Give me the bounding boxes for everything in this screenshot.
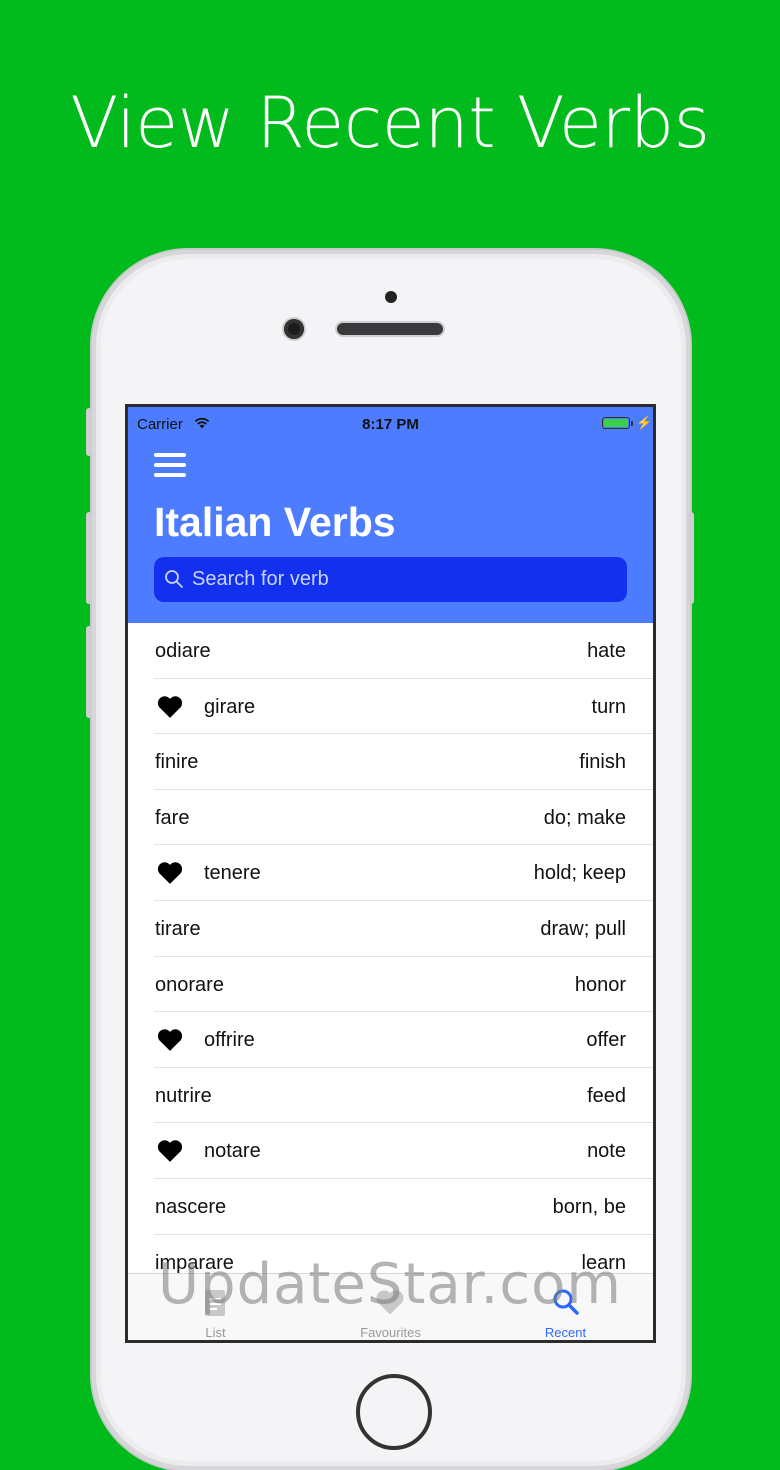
tab-favourites-label: Favourites bbox=[360, 1325, 421, 1340]
tab-recent[interactable]: Recent bbox=[478, 1274, 653, 1340]
power-button bbox=[688, 512, 694, 604]
verb-label: girare bbox=[204, 695, 256, 718]
verb-label: nascere bbox=[155, 1195, 227, 1218]
verb-label: finire bbox=[155, 751, 199, 774]
verb-row[interactable]: nutrire feed bbox=[128, 1068, 653, 1124]
verb-row[interactable]: onorare honor bbox=[128, 957, 653, 1013]
heart-icon bbox=[376, 1290, 404, 1315]
verb-label: onorare bbox=[155, 973, 224, 996]
verb-meaning: offer bbox=[586, 1029, 626, 1052]
heart-icon bbox=[156, 695, 184, 719]
verb-meaning: feed bbox=[587, 1084, 626, 1107]
verb-list: odiare hate girare turn finire finish fare do; … bbox=[128, 623, 653, 1290]
verb-meaning: finish bbox=[579, 751, 626, 774]
app-screen: Carrier 8:17 PM ⚡ Italian Verbs odiare ha… bbox=[125, 404, 656, 1343]
verb-row[interactable]: notare note bbox=[128, 1123, 653, 1179]
verb-meaning: turn bbox=[591, 695, 626, 718]
verb-row[interactable]: girare turn bbox=[128, 679, 653, 735]
verb-meaning: born, be bbox=[552, 1195, 626, 1218]
heart-icon bbox=[156, 861, 184, 885]
app-header: Carrier 8:17 PM ⚡ Italian Verbs bbox=[128, 407, 653, 623]
verb-row[interactable]: tirare draw; pull bbox=[128, 901, 653, 957]
tab-list-label: List bbox=[205, 1325, 226, 1340]
proximity-sensor bbox=[385, 291, 397, 303]
tab-recent-label: Recent bbox=[544, 1325, 587, 1340]
heart-icon bbox=[156, 1028, 184, 1052]
silent-switch bbox=[86, 408, 92, 456]
search-input[interactable] bbox=[154, 557, 627, 602]
battery-icon bbox=[602, 417, 630, 429]
search-icon bbox=[553, 1289, 579, 1315]
status-bar: Carrier 8:17 PM ⚡ bbox=[128, 413, 653, 433]
verb-meaning: learn bbox=[581, 1251, 626, 1274]
volume-down-button bbox=[86, 626, 92, 718]
verb-meaning: note bbox=[587, 1140, 626, 1163]
home-button bbox=[356, 1374, 432, 1450]
verb-meaning: honor bbox=[574, 973, 626, 996]
page-title: Italian Verbs bbox=[154, 499, 396, 545]
tab-favourites[interactable]: Favourites bbox=[303, 1274, 478, 1340]
verb-meaning: draw; pull bbox=[540, 917, 626, 940]
verb-meaning: hate bbox=[587, 640, 626, 662]
heart-icon bbox=[156, 1139, 184, 1163]
charging-bolt-icon: ⚡ bbox=[636, 415, 653, 430]
earpiece-speaker bbox=[337, 323, 443, 335]
verb-label: imparare bbox=[155, 1251, 234, 1274]
document-icon bbox=[205, 1290, 225, 1316]
verb-label: odiare bbox=[155, 640, 211, 662]
verb-label: notare bbox=[204, 1140, 261, 1163]
verb-row[interactable]: nascere born, be bbox=[128, 1179, 653, 1235]
verb-row[interactable]: finire finish bbox=[128, 734, 653, 790]
clock: 8:17 PM bbox=[362, 416, 419, 433]
search-icon bbox=[165, 570, 183, 588]
volume-up-button bbox=[86, 512, 92, 604]
verb-row[interactable]: tenere hold; keep bbox=[128, 845, 653, 901]
verb-label: nutrire bbox=[155, 1084, 212, 1107]
headline: View Recent Verbs bbox=[70, 82, 710, 164]
verb-row[interactable]: odiare hate bbox=[128, 623, 653, 679]
verb-meaning: do; make bbox=[543, 806, 626, 829]
verb-label: tenere bbox=[204, 862, 261, 885]
verb-row[interactable]: offrire offer bbox=[128, 1012, 653, 1068]
verb-label: fare bbox=[155, 806, 190, 829]
tab-bar: List Favourites Recent bbox=[128, 1273, 653, 1340]
battery-tip bbox=[631, 421, 633, 426]
verb-label: offrire bbox=[204, 1029, 255, 1052]
front-camera-icon bbox=[284, 319, 304, 339]
verb-row[interactable]: fare do; make bbox=[128, 790, 653, 846]
verb-label: tirare bbox=[155, 917, 201, 940]
hamburger-menu-icon[interactable] bbox=[154, 453, 186, 477]
verb-meaning: hold; keep bbox=[533, 862, 626, 885]
tab-list[interactable]: List bbox=[128, 1274, 303, 1340]
